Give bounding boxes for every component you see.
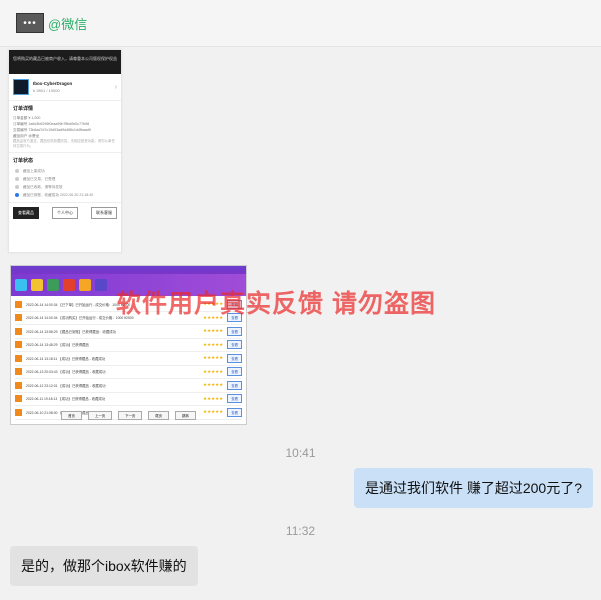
file-icon — [15, 381, 22, 389]
status-step: 藏品已收款，请等待发放 — [13, 183, 117, 191]
chevron-right-icon: › — [114, 83, 117, 91]
stars-icon: ★★★★★ — [203, 328, 224, 334]
tool-icon — [79, 279, 91, 291]
message-bubble-received[interactable]: 是的，做那个ibox软件赚的 — [10, 546, 198, 586]
prev-page-button[interactable]: 上一页 — [87, 411, 113, 420]
contact-service-button[interactable]: 联系客服 — [91, 207, 117, 219]
row-view-button[interactable]: 查看 — [227, 380, 242, 390]
list-item: 2022-06-11 19:18:13 【成功】已获得藏品 - 收藏成功 ★★★★… — [15, 393, 242, 406]
list-item: 2022-06-13 20:03:43 【成功】已获得藏品 - 收藏成功 ★★★★… — [15, 366, 242, 379]
file-icon — [15, 354, 22, 362]
nft-serial: # 2801 / 10000 — [33, 88, 60, 93]
stars-icon: ★★★★★ — [203, 382, 224, 388]
step-dot-active-icon — [15, 193, 19, 197]
file-icon — [15, 314, 22, 322]
order-user-row: Ibox-CyberDragon # 2801 / 10000 › — [9, 74, 121, 101]
order-details-heading: 订单详情 — [13, 106, 34, 112]
order-top-banner: 您将购买的藏品已被商户收入，请尊重本公司版权保护权益 — [9, 50, 121, 74]
row-view-button[interactable]: 查看 — [227, 394, 242, 404]
row-view-button[interactable]: 查看 — [227, 367, 242, 377]
list-item: 2022-06-14 13:58:29 【藏品已到账】已获得藏品：收藏成功 ★★★… — [15, 325, 242, 339]
software-titlebar — [11, 266, 246, 274]
tool-icon — [95, 279, 107, 291]
order-screenshot-image[interactable]: 您将购买的藏品已被商户收入，请尊重本公司版权保护权益 Ibox-CyberDra… — [8, 49, 122, 253]
file-icon — [15, 341, 22, 349]
list-item: 2022-06-12 23:12:01 【成功】已获得藏品 - 收藏成功 ★★★★… — [15, 379, 242, 393]
chat-title: @微信 — [48, 17, 88, 32]
first-page-button[interactable]: 首页 — [61, 411, 82, 420]
file-icon — [15, 300, 22, 308]
tool-icon — [15, 279, 27, 291]
file-icon — [15, 327, 22, 335]
order-buttons: 查看藏品 个人中心 联系客服 — [9, 203, 121, 223]
step-dot-icon — [15, 177, 19, 181]
order-status-heading: 订单状态 — [13, 158, 34, 164]
file-icon — [15, 395, 22, 403]
jump-page-button[interactable]: 跳转 — [175, 411, 196, 420]
order-note: 藏品由官方鉴定，藏品仅供收藏欣赏，无相应投资功能，请勿从事任何交易行为。 — [13, 139, 115, 148]
last-page-button[interactable]: 尾页 — [148, 411, 170, 420]
list-item: 2022-06-14 13:48:29 【成功】已获得藏品 ★★★★★ 查看 — [15, 339, 242, 352]
step-dot-icon — [15, 185, 19, 189]
order-status: 订单状态 藏品上架成功 藏品已交易，已受理 藏品已收款，请等待发放 藏品已到账，… — [9, 153, 121, 203]
tool-icon — [31, 279, 43, 291]
timestamp: 10:41 — [285, 446, 316, 460]
nft-name: Ibox-CyberDragon — [33, 81, 73, 86]
profile-button[interactable]: 个人中心 — [52, 207, 78, 219]
next-page-button[interactable]: 下一页 — [118, 411, 143, 420]
stars-icon: ★★★★★ — [203, 355, 224, 361]
status-step: 藏品上架成功 — [13, 167, 117, 175]
row-view-button[interactable]: 查看 — [227, 340, 242, 350]
avatar[interactable]: ••• — [16, 13, 44, 33]
nft-thumbnail — [13, 79, 29, 95]
status-step: 藏品已到账，收藏成功 2022-06-30 21:18:30 — [13, 191, 117, 199]
message-bubble-sent[interactable]: 是通过我们软件 赚了超过200元了? — [353, 468, 593, 508]
stars-icon: ★★★★★ — [203, 395, 224, 401]
stars-icon: ★★★★★ — [203, 341, 224, 347]
watermark-text: 软件用户真实反馈 请勿盗图 — [116, 290, 436, 318]
view-collection-button[interactable]: 查看藏品 — [13, 207, 39, 219]
timestamp: 11:32 — [285, 524, 316, 538]
row-view-button[interactable]: 查看 — [227, 353, 242, 363]
stars-icon: ★★★★★ — [203, 368, 224, 374]
status-step: 藏品已交易，已受理 — [13, 175, 117, 183]
list-item: 2022-06-14 13:18:11 【成功】已获得藏品 - 收藏成功 ★★★★… — [15, 352, 242, 366]
file-icon — [15, 368, 22, 376]
tool-icon — [63, 279, 75, 291]
step-dot-icon — [15, 169, 19, 173]
tool-icon — [47, 279, 59, 291]
order-details: 订单详情 订单金额 ¥ 1,000 订单编号 1a6d3b6296f0eaa99… — [9, 101, 121, 153]
pagination: 首页 上一页 下一页 尾页 跳转 — [11, 411, 246, 420]
chat-header: ••• @微信 — [0, 0, 601, 47]
row-view-button[interactable]: 查看 — [227, 326, 242, 336]
